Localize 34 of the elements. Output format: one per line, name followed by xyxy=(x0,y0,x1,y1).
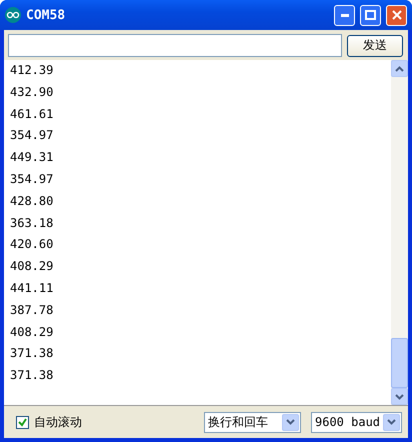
output-line: 363.18 xyxy=(10,214,54,232)
scrollbar-thumb[interactable] xyxy=(391,338,408,388)
scroll-up-button[interactable] xyxy=(391,60,408,77)
output-line: 432.90 xyxy=(10,84,54,101)
output-line: 412.39 xyxy=(10,62,54,79)
send-input-field[interactable] xyxy=(8,34,342,57)
line-ending-dropdown[interactable]: 换行和回车 xyxy=(204,412,301,432)
output-line: 428.80 xyxy=(10,192,54,210)
infinity-logo-icon xyxy=(5,7,21,23)
window-title: COM58 xyxy=(26,8,66,22)
output-line: 354.97 xyxy=(10,127,54,144)
close-button[interactable] xyxy=(386,4,407,26)
minimize-icon[interactable] xyxy=(340,14,348,16)
output-line: 371.38 xyxy=(10,345,54,362)
output-line: 408.29 xyxy=(10,324,54,341)
caret-down-icon[interactable] xyxy=(395,394,404,400)
send-button[interactable]: 发送 xyxy=(347,34,403,56)
close-icon[interactable] xyxy=(392,10,402,20)
output-line: 371.38 xyxy=(10,367,54,384)
output-line: 461.61 xyxy=(10,106,54,123)
output-line: 408.29 xyxy=(10,258,54,276)
output-line: 441.11 xyxy=(10,280,54,297)
minimize-button[interactable] xyxy=(334,4,355,26)
scroll-down-button[interactable] xyxy=(391,388,408,405)
output-line: 354.97 xyxy=(10,170,54,188)
maximize-button[interactable] xyxy=(360,4,381,26)
output-line: 387.78 xyxy=(10,302,54,319)
caret-up-icon[interactable] xyxy=(395,66,404,72)
output-line: 449.31 xyxy=(10,149,54,166)
autoscroll-checkbox[interactable] xyxy=(16,416,29,428)
autoscroll-label: 自动滚动 xyxy=(34,414,83,430)
baud-rate-dropdown[interactable]: 9600 baud xyxy=(311,412,402,432)
output-line: 420.60 xyxy=(10,236,54,254)
maximize-icon[interactable] xyxy=(365,10,376,20)
